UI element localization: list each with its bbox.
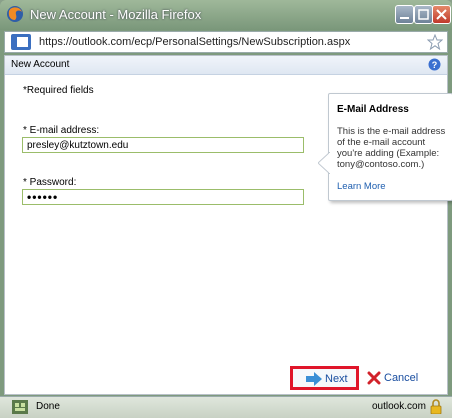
field-help-callout: E-Mail Address This is the e-mail addres…: [318, 93, 452, 201]
panel-header: New Account ?: [5, 56, 447, 75]
page-status-icon: [12, 400, 28, 414]
status-domain: outlook.com: [372, 401, 426, 412]
status-bar: Done outlook.com: [0, 396, 452, 418]
next-label: Next: [325, 373, 348, 385]
minimize-icon: [400, 17, 409, 19]
email-field[interactable]: [22, 137, 304, 153]
cancel-x-icon: [367, 371, 381, 385]
status-text: Done: [36, 401, 60, 412]
email-label: * E-mail address:: [23, 125, 100, 136]
password-field[interactable]: ••••••: [22, 189, 304, 205]
next-button[interactable]: Next: [290, 366, 359, 390]
lock-icon[interactable]: [430, 399, 442, 414]
learn-more-link[interactable]: Learn More: [337, 181, 386, 192]
bookmark-star-icon[interactable]: [427, 34, 443, 50]
cancel-button[interactable]: Cancel: [365, 370, 435, 388]
svg-text:?: ?: [432, 60, 438, 70]
url-text: https://outlook.com/ecp/PersonalSettings…: [39, 36, 351, 48]
close-icon: [436, 9, 447, 20]
password-label: * Password:: [23, 177, 77, 188]
page-content: New Account ? *Required fields * E-mail …: [4, 55, 452, 395]
required-fields-note: *Required fields: [23, 85, 94, 96]
firefox-icon: [7, 6, 23, 22]
cancel-label: Cancel: [384, 372, 419, 384]
browser-window: New Account - Mozilla Firefox https://ou…: [0, 0, 452, 418]
callout-title: E-Mail Address: [337, 104, 409, 115]
address-bar[interactable]: https://outlook.com/ecp/PersonalSettings…: [4, 31, 448, 53]
maximize-icon: [418, 9, 429, 20]
window-title: New Account - Mozilla Firefox: [30, 7, 202, 22]
close-button[interactable]: [432, 5, 451, 24]
title-bar: New Account - Mozilla Firefox: [0, 0, 452, 30]
callout-pointer: [318, 152, 330, 174]
help-icon[interactable]: ?: [428, 58, 441, 71]
arrow-right-icon: [306, 372, 322, 386]
minimize-button[interactable]: [395, 5, 414, 24]
site-identity-icon: [11, 34, 31, 50]
panel-title: New Account: [11, 59, 70, 70]
callout-body: This is the e-mail address of the e-mail…: [337, 126, 446, 170]
maximize-button[interactable]: [414, 5, 433, 24]
